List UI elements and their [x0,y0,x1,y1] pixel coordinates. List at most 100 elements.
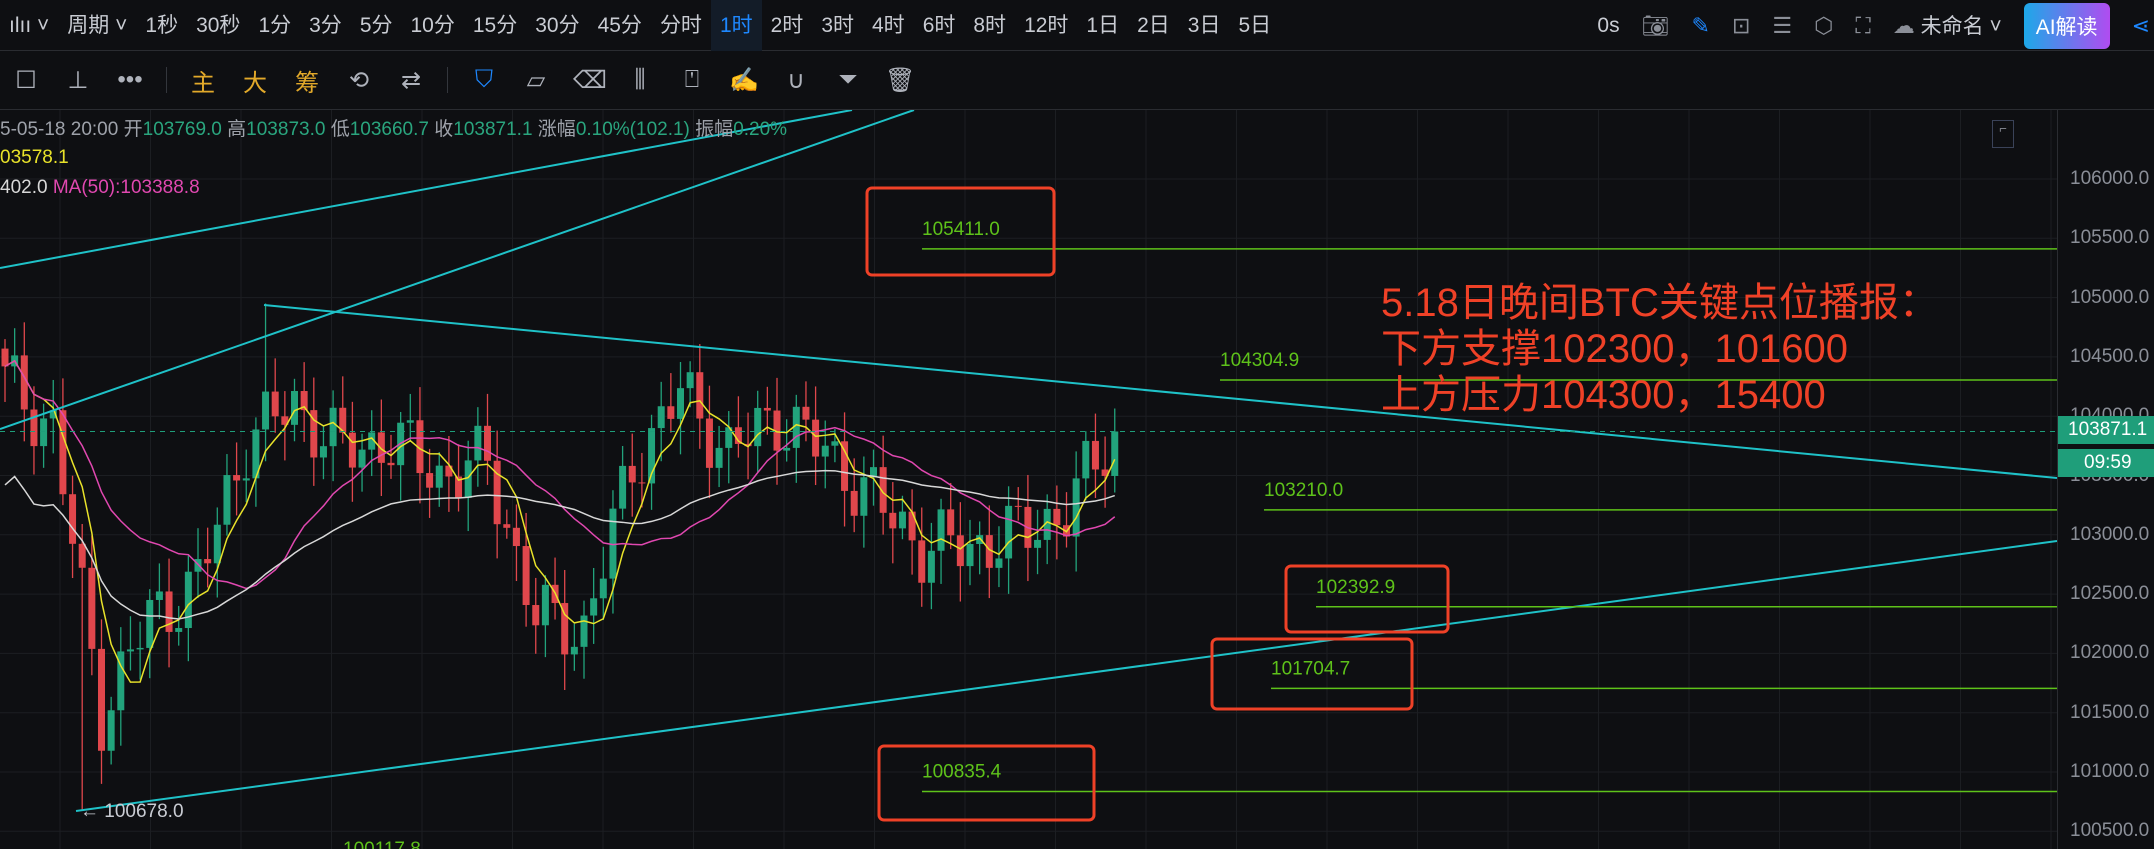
chip-button[interactable]: 筹 [292,63,322,98]
period-dropdown[interactable]: 周期 ˅ [58,0,136,51]
high-value: 103873.0 [246,119,326,140]
candles-icon[interactable]: ⫼ [625,66,655,94]
candle-body [1091,440,1099,470]
candle-body [98,648,105,751]
interval-tab[interactable]: 5分 [351,0,402,51]
interval-tab[interactable]: 15分 [464,0,526,51]
low-label: 低 [330,119,350,140]
candle-body [348,432,356,468]
current-price-tag: 103871.1 [2058,416,2154,445]
amplitude-value: 0.20% [733,119,788,140]
price-axis-label: 104500.0 [2070,345,2150,367]
interval-tab[interactable]: 6时 [914,0,965,51]
interval-tab[interactable]: 10分 [402,0,464,51]
interval-tab[interactable]: 12时 [1015,0,1077,51]
candle-body [628,465,636,483]
interval-tab[interactable]: 1时 [710,0,762,51]
camera-icon[interactable]: 📷︎ [1642,13,1670,39]
bookmark-icon[interactable]: ⛉ [469,66,499,94]
price-level-label: 104304.9 [1220,350,1299,371]
candle-body [686,372,694,389]
collapse-icon[interactable]: ⌐ [1992,120,2014,148]
fullscreen-icon[interactable]: ⛶ [1855,13,1870,39]
lock-icon[interactable]: ⍞ [677,66,707,94]
interval-tab[interactable]: 2时 [762,0,813,51]
candle-body [995,558,1003,568]
candle-body [541,584,549,626]
change-label: 涨幅 [537,119,576,140]
more-icon[interactable]: ••• [115,66,145,94]
candle-body [763,407,771,411]
candle-body [590,598,598,616]
candle-body [783,447,791,451]
candle-body [841,441,849,491]
interval-tab[interactable]: 30分 [526,0,588,51]
interval-tab[interactable]: 3分 [300,0,351,51]
interval-tab[interactable]: 8时 [964,0,1015,51]
settings-icon[interactable]: ⬡ [1814,13,1833,39]
ai-interpret-button[interactable]: AI解读 [2023,2,2110,49]
eraser-icon[interactable]: ⌫ [573,66,607,95]
close-value: 103871.1 [453,119,533,140]
candle-body [426,473,434,488]
interval-tab[interactable]: 2日 [1128,0,1179,51]
ma50-value: MA(50):103388.8 [52,177,200,198]
filter-icon[interactable]: ⏷ [833,66,863,94]
candle-body [377,432,385,463]
candle-body [667,406,675,419]
ruler-icon[interactable]: ⊥ [63,66,93,95]
interval-tab[interactable]: 4时 [863,0,914,51]
candle-body [146,599,154,648]
list-icon[interactable]: ☰ [1772,13,1792,39]
candle-body [291,391,298,425]
price-axis-label: 105500.0 [2070,227,2150,249]
chart-type-dropdown[interactable]: ılıı ˅ [0,0,58,51]
price-axis[interactable]: 106000.0105500.0105000.0104500.0104000.0… [2057,110,2154,849]
interval-tab[interactable]: 1日 [1077,0,1128,51]
candle-body [1014,505,1022,507]
interval-tab[interactable]: 1秒 [136,0,187,51]
candle-body [464,460,472,498]
candle-body [155,591,163,600]
drawing-toolbar: ☐ ⊥ ••• 主 大 筹 ⟲ ⇄ ⛉ ▱ ⌫ ⫼ ⍞ ✍ ∪ ⏷ 🗑︎ [0,51,2154,110]
candle-body [599,578,607,599]
interval-tab[interactable]: 3时 [812,0,863,51]
countdown-tag: 09:59 [2058,449,2154,478]
candle-body [696,372,704,419]
compare-icon[interactable]: ⇄ [396,66,426,95]
candle-body [677,388,684,419]
layout-name-dropdown[interactable]: ☁ 未命名 ˅ [1893,0,2002,51]
candle-body [908,511,916,541]
divider [166,67,167,93]
big-order-button[interactable]: 大 [240,63,270,98]
trash-icon[interactable]: 🗑︎ [885,66,915,95]
ruler-tool-icon[interactable]: ▱ [521,66,551,95]
annotation-resistance: 上方压力104300，15400 [1381,373,1826,417]
note-icon[interactable]: ✍ [729,66,759,95]
candle-body [184,571,192,629]
main-indicator-button[interactable]: 主 [188,63,218,98]
sync-icon[interactable]: ⟲ [344,66,374,95]
candlestick-chart[interactable]: 105411.0 104304.9 103210.0 102392.9 101704.7… [0,110,2057,849]
add-window-icon[interactable]: ⊡ [1732,13,1750,39]
interval-tab[interactable]: 3日 [1179,0,1230,51]
high-label: 高 [227,119,247,140]
rectangle-icon[interactable]: ☐ [11,66,41,95]
share-icon[interactable]: ⋖ [2132,13,2150,39]
candle-body [532,605,540,626]
interval-tab[interactable]: 30秒 [187,0,249,51]
magnet-icon[interactable]: ∪ [781,66,811,95]
candle-body [1082,440,1090,479]
interval-tab[interactable]: 分时 [651,0,711,51]
interval-tab[interactable]: 1分 [249,0,300,51]
candle-body [850,490,858,516]
interval-tab[interactable]: 5日 [1229,0,1280,51]
pencil-icon[interactable]: ✎ [1692,13,1710,39]
candle-body [242,478,250,481]
candle-body [1111,431,1119,476]
annotation-title: 5.18日晚间BTC关键点位播报： [1381,281,1939,325]
candle-body [262,391,270,430]
candle-body [358,449,366,468]
change-value: 0.10%(102.1) [575,119,690,140]
interval-tab[interactable]: 45分 [589,0,651,51]
